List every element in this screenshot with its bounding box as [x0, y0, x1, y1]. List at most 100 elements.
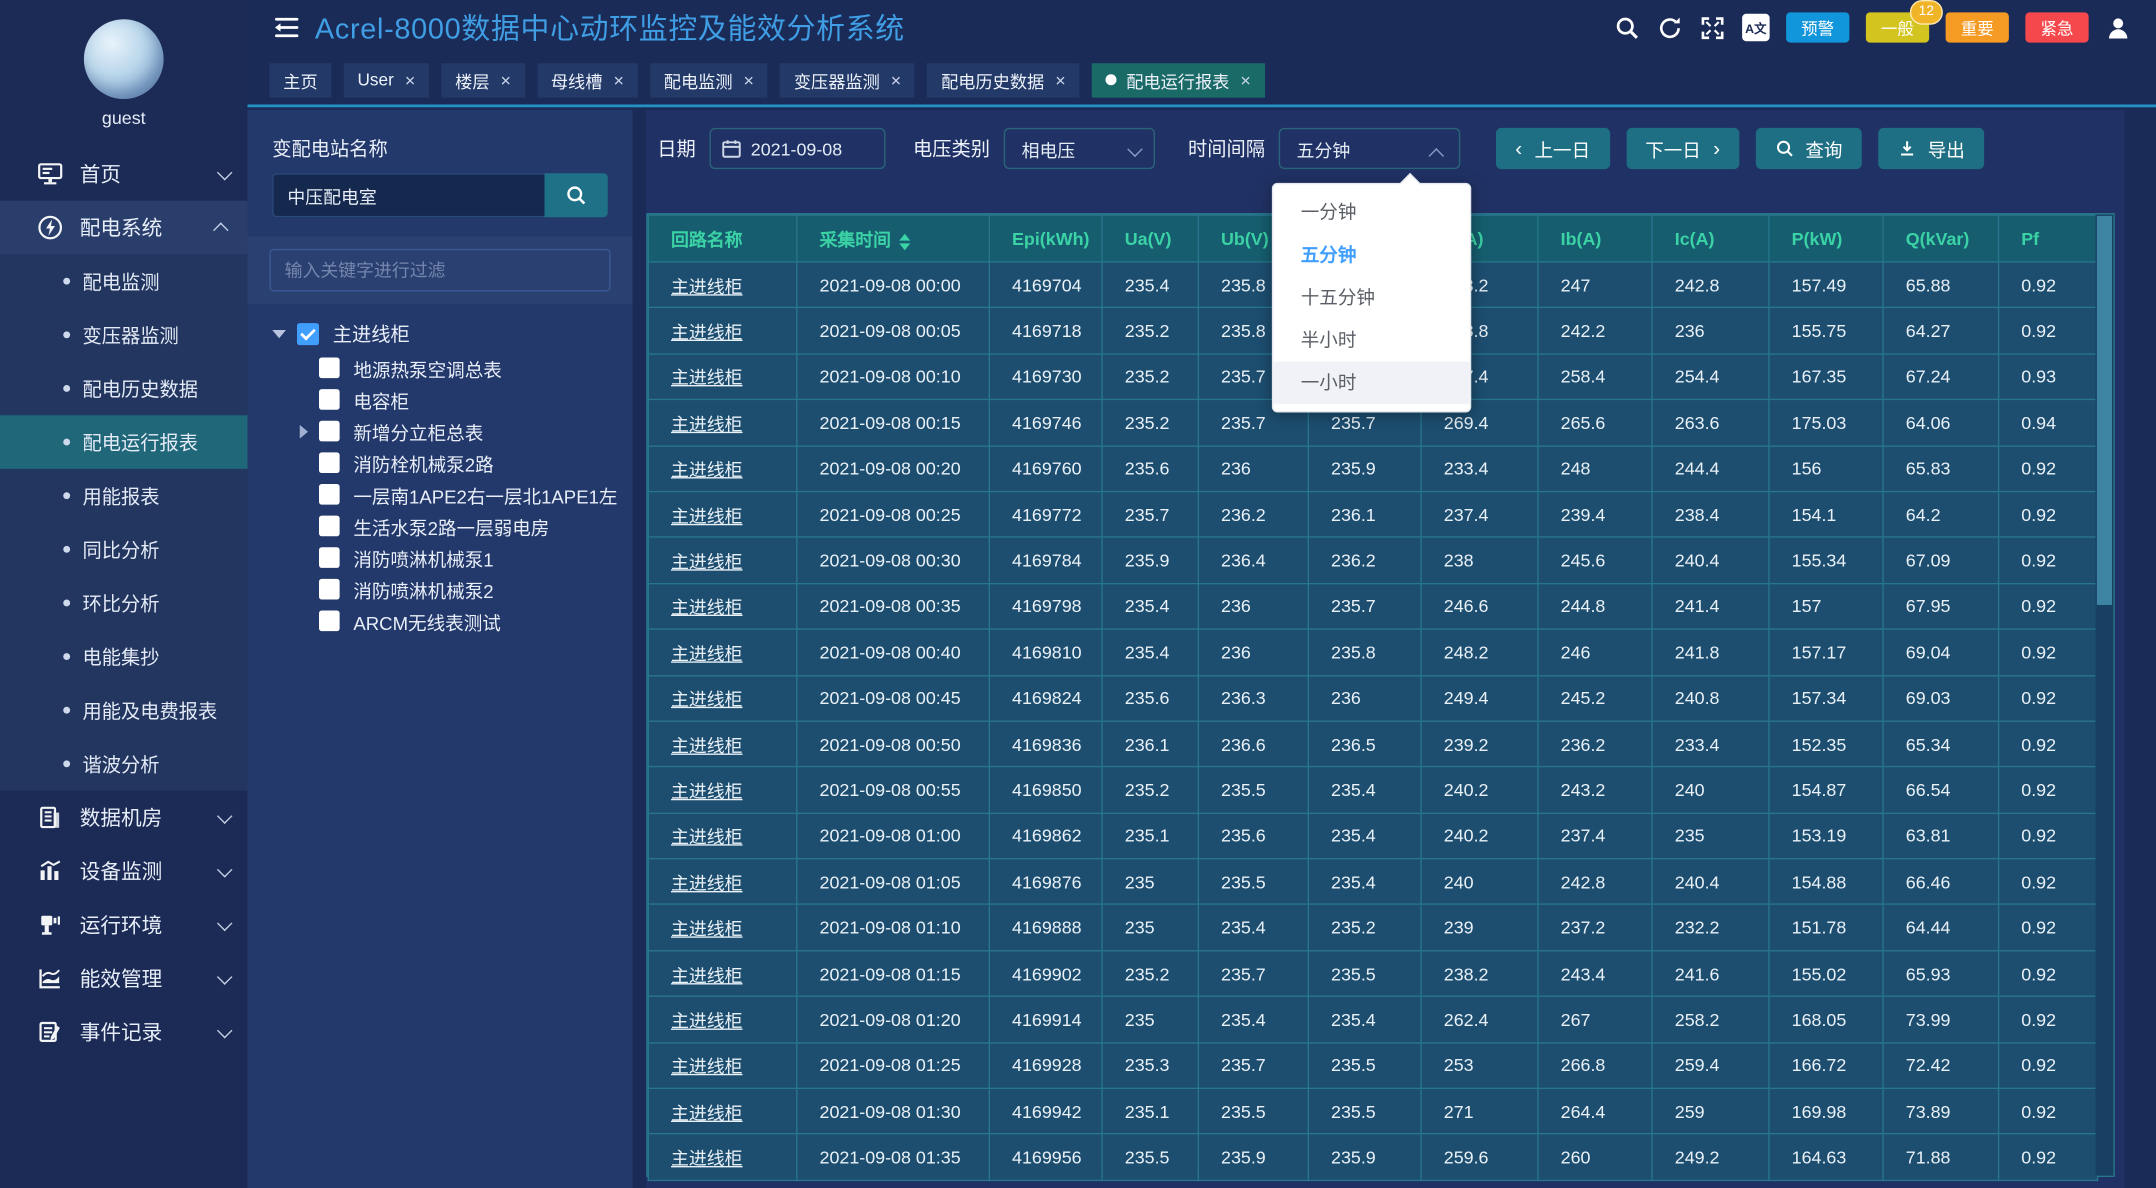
circuit-link[interactable]: 主进线柜 [648, 813, 797, 859]
tree-root-node[interactable]: 主进线柜 [248, 316, 633, 352]
tab[interactable]: 配电运行报表 × [1092, 63, 1265, 97]
close-icon[interactable]: × [891, 71, 901, 89]
circuit-link[interactable]: 主进线柜 [648, 491, 797, 537]
checkbox-unchecked[interactable] [319, 421, 340, 442]
sidebar-item-power-system[interactable]: 配电系统 [0, 201, 248, 255]
dropdown-option[interactable]: 一小时 [1273, 362, 1470, 405]
tab[interactable]: 变压器监测 × [780, 63, 915, 97]
circuit-link[interactable]: 主进线柜 [648, 951, 797, 997]
avatar[interactable] [84, 19, 164, 99]
alarm-general-button[interactable]: 一般 12 [1866, 12, 1929, 42]
checkbox-unchecked[interactable] [319, 484, 340, 505]
circuit-link[interactable]: 主进线柜 [648, 262, 797, 308]
station-search-input[interactable] [272, 173, 544, 217]
tree-child-node[interactable]: 一层南1APE2右一层北1APE1左 [248, 479, 633, 511]
sidebar-item-device-monitor[interactable]: 设备监测 [0, 844, 248, 898]
circuit-link[interactable]: 主进线柜 [648, 537, 797, 583]
fullscreen-icon[interactable] [1699, 14, 1725, 40]
tree-filter-input[interactable] [270, 249, 611, 292]
circuit-link[interactable]: 主进线柜 [648, 400, 797, 446]
translate-icon[interactable]: A文 [1742, 14, 1770, 42]
caret-right-icon[interactable] [300, 425, 308, 439]
tree-child-node[interactable]: 消防喷淋机械泵1 [248, 542, 633, 574]
export-button[interactable]: 导出 [1878, 128, 1984, 169]
tree-child-node[interactable]: ARCM无线表测试 [248, 605, 633, 637]
collapse-menu-icon[interactable] [271, 18, 299, 37]
sidebar-item-energy-efficiency[interactable]: 能效管理 [0, 952, 248, 1006]
tab[interactable]: 配电历史数据 × [927, 63, 1079, 97]
tree-child-node[interactable]: 地源热泵空调总表 [248, 352, 633, 384]
dropdown-option[interactable]: 一分钟 [1273, 191, 1470, 234]
tab[interactable]: User × [344, 63, 429, 97]
submenu-item[interactable]: 配电历史数据 [0, 362, 248, 416]
submenu-item[interactable]: 电能集抄 [0, 630, 248, 684]
date-picker[interactable]: 2021-09-08 [710, 128, 886, 169]
checkbox-unchecked[interactable] [319, 516, 340, 537]
tree-child-node[interactable]: 消防栓机械泵2路 [248, 447, 633, 479]
circuit-link[interactable]: 主进线柜 [648, 446, 797, 492]
sidebar-item-event-log[interactable]: 事件记录 [0, 1005, 248, 1059]
circuit-link[interactable]: 主进线柜 [648, 675, 797, 721]
tab[interactable]: 楼层 × [441, 63, 524, 97]
checkbox-unchecked[interactable] [319, 389, 340, 410]
checkbox-unchecked[interactable] [319, 358, 340, 379]
submenu-item[interactable]: 谐波分析 [0, 737, 248, 791]
close-icon[interactable]: × [1240, 71, 1250, 89]
refresh-icon[interactable] [1657, 14, 1683, 40]
tree-child-node[interactable]: 电容柜 [248, 384, 633, 416]
circuit-link[interactable]: 主进线柜 [648, 1088, 797, 1134]
close-icon[interactable]: × [1055, 71, 1065, 89]
submenu-item[interactable]: 用能报表 [0, 469, 248, 523]
tree-child-node[interactable]: 新增分立柜总表 [248, 415, 633, 447]
submenu-item[interactable]: 环比分析 [0, 576, 248, 630]
query-button[interactable]: 查询 [1756, 128, 1862, 169]
circuit-link[interactable]: 主进线柜 [648, 1042, 797, 1088]
tree-child-node[interactable]: 消防喷淋机械泵2 [248, 573, 633, 605]
close-icon[interactable]: × [744, 71, 754, 89]
circuit-link[interactable]: 主进线柜 [648, 997, 797, 1043]
sort-icon[interactable] [899, 233, 910, 250]
checkbox-unchecked[interactable] [319, 452, 340, 473]
alarm-urgent-button[interactable]: 紧急 [2025, 12, 2088, 42]
dropdown-option[interactable]: 半小时 [1273, 319, 1470, 362]
circuit-link[interactable]: 主进线柜 [648, 905, 797, 951]
circuit-link[interactable]: 主进线柜 [648, 629, 797, 675]
submenu-item[interactable]: 配电监测 [0, 254, 248, 308]
close-icon[interactable]: × [501, 71, 511, 89]
submenu-item[interactable]: 用能及电费报表 [0, 683, 248, 737]
circuit-link[interactable]: 主进线柜 [648, 354, 797, 400]
search-icon[interactable] [1614, 14, 1640, 40]
close-icon[interactable]: × [405, 71, 415, 89]
next-day-button[interactable]: 下一日 › [1626, 128, 1739, 169]
interval-select[interactable]: 五分钟 [1279, 128, 1461, 169]
station-search-button[interactable] [545, 173, 608, 217]
circuit-link[interactable]: 主进线柜 [648, 767, 797, 813]
submenu-item[interactable]: 变压器监测 [0, 308, 248, 362]
checkbox-unchecked[interactable] [319, 547, 340, 568]
checkbox-unchecked[interactable] [319, 579, 340, 600]
tree-child-node[interactable]: 生活水泵2路一层弱电房 [248, 510, 633, 542]
alarm-important-button[interactable]: 重要 [1946, 12, 2009, 42]
tab[interactable]: 主页 [270, 63, 332, 97]
circuit-link[interactable]: 主进线柜 [648, 308, 797, 354]
dropdown-option[interactable]: 五分钟 [1273, 234, 1470, 277]
caret-down-icon[interactable] [272, 330, 286, 338]
tab[interactable]: 配电监测 × [650, 63, 768, 97]
circuit-link[interactable]: 主进线柜 [648, 1134, 797, 1180]
voltage-type-select[interactable]: 相电压 [1004, 128, 1155, 169]
circuit-link[interactable]: 主进线柜 [648, 583, 797, 629]
submenu-item[interactable]: 配电运行报表 [0, 415, 248, 469]
scrollbar-thumb[interactable] [2097, 216, 2112, 605]
dropdown-option[interactable]: 十五分钟 [1273, 276, 1470, 319]
tab[interactable]: 母线槽 × [537, 63, 638, 97]
circuit-link[interactable]: 主进线柜 [648, 721, 797, 767]
user-icon[interactable] [2105, 14, 2131, 40]
sidebar-item-home[interactable]: 首页 [0, 147, 248, 201]
submenu-item[interactable]: 同比分析 [0, 523, 248, 577]
sidebar-item-data-room[interactable]: 数据机房 [0, 791, 248, 845]
checkbox-unchecked[interactable] [319, 611, 340, 632]
alarm-warning-button[interactable]: 预警 [1786, 12, 1849, 42]
previous-day-button[interactable]: ‹ 上一日 [1496, 128, 1609, 169]
sidebar-item-environment[interactable]: 运行环境 [0, 898, 248, 952]
close-icon[interactable]: × [613, 71, 623, 89]
